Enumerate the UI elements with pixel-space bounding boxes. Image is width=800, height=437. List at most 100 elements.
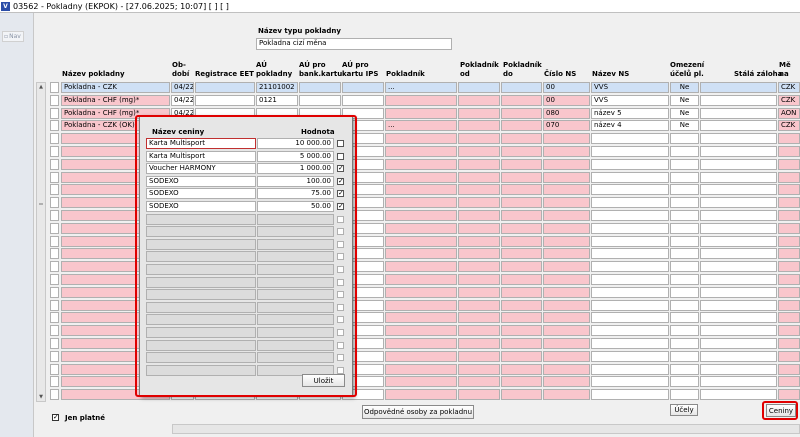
cell-mena[interactable]: [778, 312, 800, 323]
cell-pokladnik[interactable]: [385, 364, 457, 375]
cell-cislo[interactable]: [543, 172, 590, 183]
cell-stala[interactable]: [700, 300, 777, 311]
cell-nazev_ns[interactable]: [591, 274, 669, 285]
ceniny-checkbox[interactable]: ✓: [337, 203, 344, 210]
row-selector[interactable]: [50, 248, 59, 259]
cell-bank[interactable]: [299, 95, 341, 106]
ceniny-name-cell[interactable]: Karta Multisport: [146, 151, 256, 162]
cell-mena[interactable]: [778, 159, 800, 170]
cell-mena[interactable]: [778, 274, 800, 285]
row-selector[interactable]: [50, 210, 59, 221]
cell-pokladnik[interactable]: [385, 172, 457, 183]
cell-omez[interactable]: [670, 325, 699, 336]
ceniny-name-cell[interactable]: [146, 264, 256, 275]
ceniny-checkbox[interactable]: [337, 304, 344, 311]
cell-mena[interactable]: [778, 172, 800, 183]
row-selector[interactable]: [50, 325, 59, 336]
cell-mena[interactable]: [778, 184, 800, 195]
row-selector[interactable]: [50, 364, 59, 375]
cell-cislo[interactable]: [543, 197, 590, 208]
ceniny-name-cell[interactable]: SODEXO: [146, 201, 256, 212]
ceniny-value-cell[interactable]: [257, 264, 334, 275]
cell-do[interactable]: [501, 351, 542, 362]
cell-od[interactable]: [458, 95, 500, 106]
cell-stala[interactable]: [700, 364, 777, 375]
cell-eet[interactable]: [195, 95, 255, 106]
cell-omez[interactable]: Ne: [670, 120, 699, 131]
cell-stala[interactable]: [700, 197, 777, 208]
ceniny-name-cell[interactable]: [146, 302, 256, 313]
responsible-persons-button[interactable]: Odpovědné osoby za pokladnu: [362, 405, 474, 419]
ceniny-checkbox[interactable]: [337, 329, 344, 336]
row-selector[interactable]: [50, 261, 59, 272]
cell-cislo[interactable]: [543, 184, 590, 195]
cell-pokladnik[interactable]: [385, 108, 457, 119]
ceniny-checkbox[interactable]: [337, 228, 344, 235]
cell-stala[interactable]: [700, 223, 777, 234]
cell-pokladnik[interactable]: ...: [385, 120, 457, 131]
scroll-up-icon[interactable]: ▲: [37, 83, 45, 91]
ceniny-name-cell[interactable]: [146, 239, 256, 250]
cell-do[interactable]: [501, 108, 542, 119]
ceniny-checkbox[interactable]: [337, 153, 344, 160]
cell-obdobi[interactable]: 04/22: [171, 95, 194, 106]
cell-omez[interactable]: [670, 172, 699, 183]
cell-od[interactable]: [458, 248, 500, 259]
row-selector[interactable]: [50, 120, 59, 131]
cell-do[interactable]: [501, 210, 542, 221]
cell-od[interactable]: [458, 389, 500, 400]
cell-nazev_ns[interactable]: [591, 223, 669, 234]
cell-nazev_ns[interactable]: [591, 236, 669, 247]
cell-cislo[interactable]: [543, 376, 590, 387]
cell-nazev_ns[interactable]: [591, 133, 669, 144]
cell-mena[interactable]: [778, 223, 800, 234]
cell-pokladnik[interactable]: [385, 261, 457, 272]
cell-nazev_ns[interactable]: [591, 389, 669, 400]
cell-nazev_ns[interactable]: [591, 197, 669, 208]
cell-pokladnik[interactable]: [385, 184, 457, 195]
cell-od[interactable]: [458, 325, 500, 336]
ceniny-name-cell[interactable]: [146, 289, 256, 300]
cell-mena[interactable]: [778, 364, 800, 375]
ceniny-name-cell[interactable]: [146, 327, 256, 338]
cell-nazev_ns[interactable]: [591, 364, 669, 375]
cell-pokladnik[interactable]: [385, 146, 457, 157]
cell-mena[interactable]: [778, 300, 800, 311]
cell-ips[interactable]: [342, 95, 384, 106]
cell-stala[interactable]: [700, 159, 777, 170]
ceniny-value-cell[interactable]: [257, 226, 334, 237]
cell-cislo[interactable]: 080: [543, 108, 590, 119]
cell-nazev_ns[interactable]: [591, 287, 669, 298]
row-selector[interactable]: [50, 95, 59, 106]
ceniny-name-cell[interactable]: [146, 277, 256, 288]
cell-pokladnik[interactable]: [385, 133, 457, 144]
row-selector[interactable]: [50, 351, 59, 362]
cell-nazev_ns[interactable]: název 4: [591, 120, 669, 131]
cell-pokladnik[interactable]: [385, 159, 457, 170]
cell-do[interactable]: [501, 82, 542, 93]
cell-od[interactable]: [458, 82, 500, 93]
cell-od[interactable]: [458, 261, 500, 272]
cell-stala[interactable]: [700, 146, 777, 157]
cell-od[interactable]: [458, 210, 500, 221]
ceniny-checkbox[interactable]: [337, 253, 344, 260]
cell-cislo[interactable]: [543, 364, 590, 375]
cell-omez[interactable]: [670, 133, 699, 144]
cell-au[interactable]: 21101002: [256, 82, 298, 93]
cell-ips[interactable]: [342, 82, 384, 93]
cell-nazev_ns[interactable]: [591, 210, 669, 221]
row-selector[interactable]: [50, 197, 59, 208]
cell-nazev_ns[interactable]: [591, 159, 669, 170]
cell-mena[interactable]: [778, 197, 800, 208]
cell-od[interactable]: [458, 287, 500, 298]
row-selector[interactable]: [50, 236, 59, 247]
cell-pokladnik[interactable]: [385, 389, 457, 400]
cell-pokladnik[interactable]: [385, 210, 457, 221]
cell-mena[interactable]: [778, 210, 800, 221]
ceniny-name-cell[interactable]: Karta Multisport: [146, 138, 256, 149]
cell-mena[interactable]: CZK: [778, 82, 800, 93]
cell-od[interactable]: [458, 172, 500, 183]
cell-od[interactable]: [458, 338, 500, 349]
cell-do[interactable]: [501, 146, 542, 157]
ceniny-checkbox[interactable]: ✓: [337, 165, 344, 172]
